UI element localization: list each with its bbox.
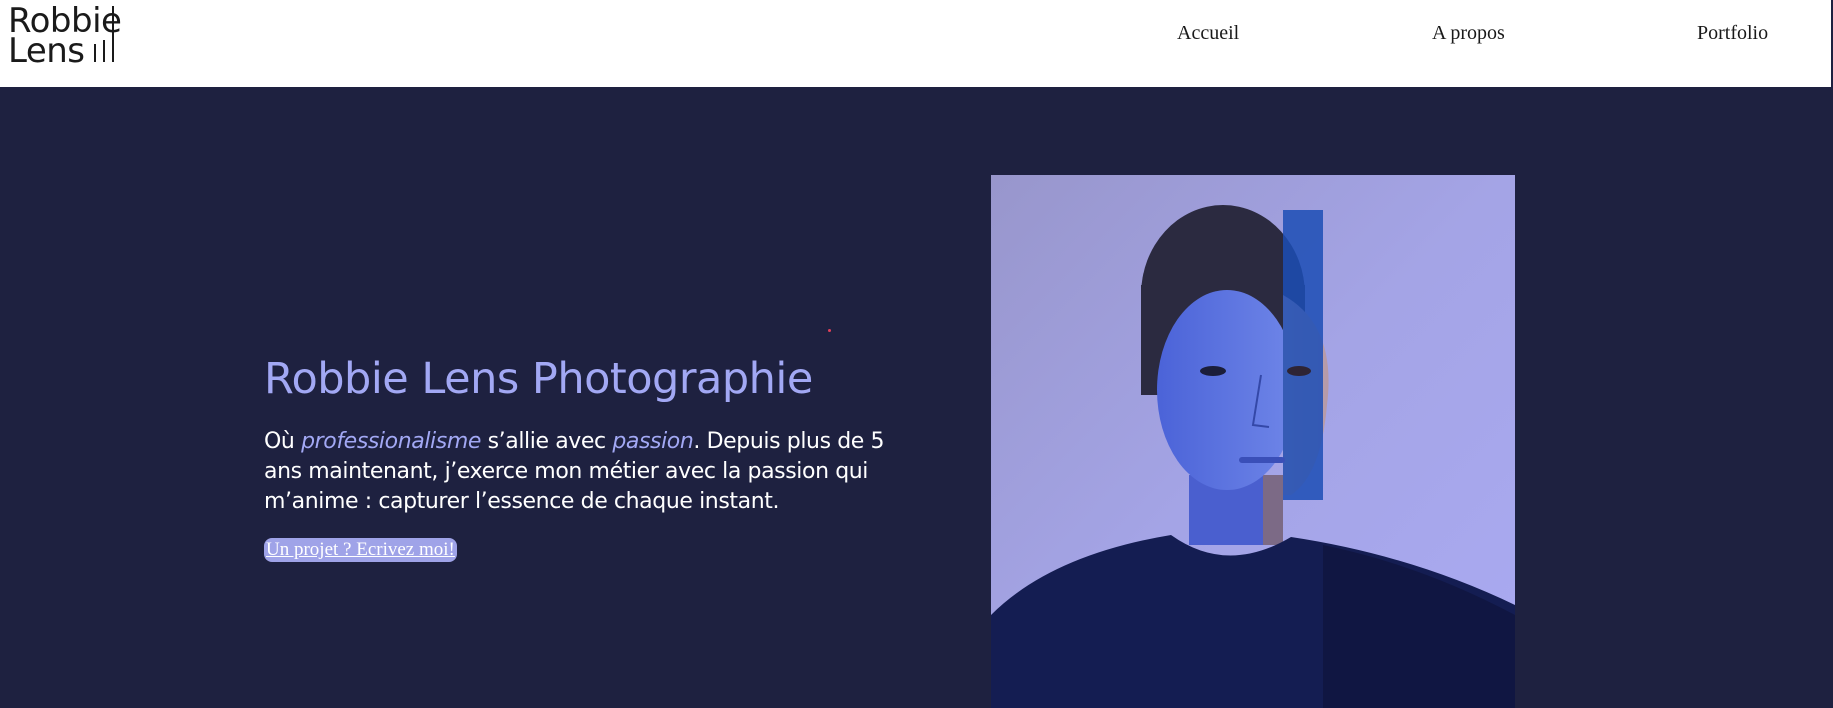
logo-line-2: Lens [8, 31, 85, 71]
hero-desc-part-2: s’allie avec [481, 429, 613, 454]
nav-link-a-propos[interactable]: A propos [1432, 22, 1505, 45]
hero-desc-part-1: Où [264, 429, 302, 454]
hero-desc-emphasis-passion: passion [612, 429, 694, 454]
logo[interactable]: Robbie Lens [8, 4, 122, 68]
hero-desc-emphasis-professionalisme: professionalisme [301, 429, 481, 454]
logo-bar-short-2 [103, 40, 105, 62]
portrait-image [991, 175, 1515, 708]
logo-bar-short-1 [94, 44, 96, 62]
logo-bar-tall [112, 6, 114, 62]
hero-title: Robbie Lens Photographie [264, 354, 813, 404]
nav-link-portfolio[interactable]: Portfolio [1697, 22, 1768, 45]
hero-description: Où professionalisme s’allie avec passion… [264, 427, 904, 517]
portrait-photo [991, 175, 1515, 708]
decorative-dot [828, 329, 831, 332]
nav-link-accueil[interactable]: Accueil [1177, 22, 1239, 45]
site-header: Robbie Lens Accueil A propos Portfolio [0, 0, 1831, 87]
contact-cta-button[interactable]: Un projet ? Ecrivez moi! [264, 538, 457, 562]
